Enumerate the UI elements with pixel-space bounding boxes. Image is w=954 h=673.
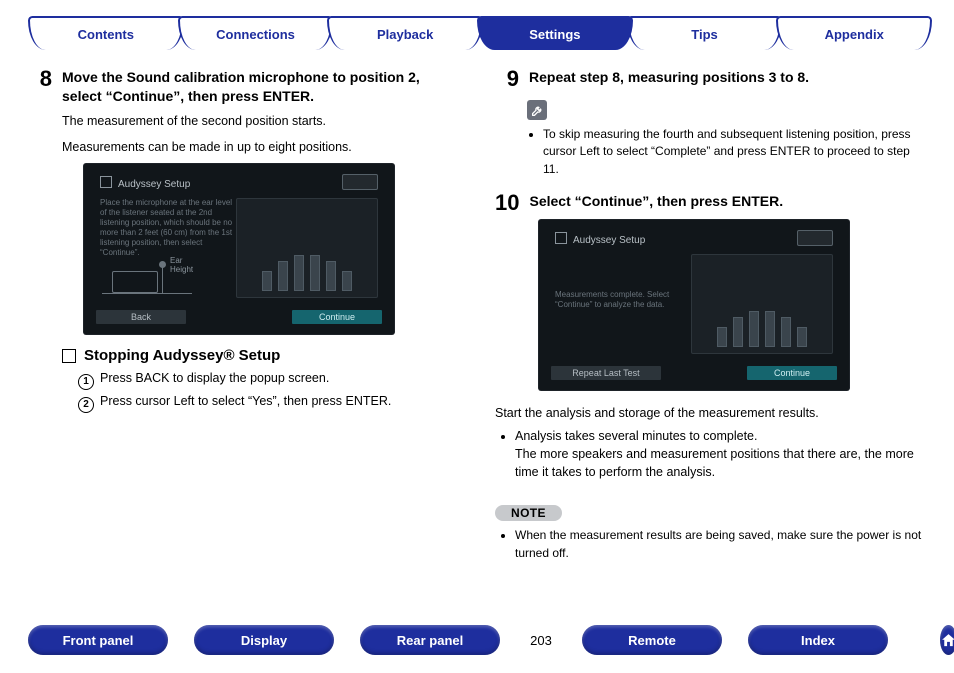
stopping-item-2: 2 Press cursor Left to select “Yes”, then… [78,392,459,413]
step-8-body-1: The measurement of the second position s… [62,112,459,130]
step-10-number: 10 [495,192,519,214]
step-8-body-2: Measurements can be made in up to eight … [62,138,459,156]
right-column: 9 Repeat step 8, measuring positions 3 t… [495,68,926,576]
nav-remote[interactable]: Remote [582,625,722,655]
tab-contents[interactable]: Contents [28,16,184,50]
enum-1-text: Press BACK to display the popup screen. [100,371,329,385]
note-bullet: When the measurement results are being s… [515,527,926,562]
note-pill: NOTE [495,505,562,521]
left-column: 8 Move the Sound calibration microphone … [28,68,459,576]
tab-appendix[interactable]: Appendix [776,16,932,50]
shot10-right-panel [691,254,833,354]
shot10-continue-button: Continue [747,366,837,380]
step-9-tip-text: To skip measuring the fourth and subsequ… [543,126,926,178]
shot8-diagram: Ear Height [102,255,192,294]
step-8-heading: Move the Sound calibration microphone to… [62,68,459,106]
enum-1-badge: 1 [78,374,94,390]
tab-tips[interactable]: Tips [627,16,783,50]
analysis-list: Analysis takes several minutes to comple… [499,427,926,481]
screenshot-step-8: Audyssey Setup Place the microphone at t… [84,164,394,334]
wrench-icon [527,100,547,120]
bottom-nav: Front panel Display Rear panel 203 Remot… [28,625,926,655]
step-8-number: 8 [28,68,52,106]
stopping-item-1: 1 Press BACK to display the popup screen. [78,369,459,390]
shot8-brand-logo [342,174,378,190]
shot8-back-button: Back [96,310,186,324]
shot8-right-panel [236,198,378,298]
top-tabs: Contents Connections Playback Settings T… [28,16,926,50]
nav-rear-panel[interactable]: Rear panel [360,625,500,655]
stopping-subheader: Stopping Audyssey® Setup [62,348,459,363]
shot10-title: Audyssey Setup [555,232,645,247]
analysis-lead: Start the analysis and storage of the me… [495,404,926,423]
step-9-number: 9 [495,68,519,90]
tab-connections[interactable]: Connections [178,16,334,50]
shot8-title: Audyssey Setup [100,176,190,191]
nav-display[interactable]: Display [194,625,334,655]
enum-2-text: Press cursor Left to select “Yes”, then … [100,394,391,408]
nav-front-panel[interactable]: Front panel [28,625,168,655]
analysis-bullet: Analysis takes several minutes to comple… [515,427,926,481]
note-list: When the measurement results are being s… [499,527,926,562]
step-9-tip-list: To skip measuring the fourth and subsequ… [527,126,926,178]
tab-settings[interactable]: Settings [477,16,633,50]
step-10-heading: Select “Continue”, then press ENTER. [529,192,783,214]
analysis-bullet-line2: The more speakers and measurement positi… [515,447,914,479]
analysis-bullet-line1: Analysis takes several minutes to comple… [515,429,757,443]
checkbox-icon [62,349,76,363]
shot10-brand-logo [797,230,833,246]
shot8-instructions: Place the microphone at the ear level of… [100,198,234,258]
shot8-continue-button: Continue [292,310,382,324]
tab-playback[interactable]: Playback [327,16,483,50]
shot10-repeat-button: Repeat Last Test [551,366,661,380]
home-icon[interactable] [940,625,954,655]
step-9-heading: Repeat step 8, measuring positions 3 to … [529,68,809,90]
stopping-title: Stopping Audyssey® Setup [84,348,280,363]
shot8-ear-label: Ear Height [170,256,193,275]
nav-index[interactable]: Index [748,625,888,655]
enum-2-badge: 2 [78,397,94,413]
page-number: 203 [526,634,556,647]
shot10-instructions: Measurements complete. Select “Continue”… [555,290,689,310]
screenshot-step-10: Audyssey Setup Measurements complete. Se… [539,220,849,390]
